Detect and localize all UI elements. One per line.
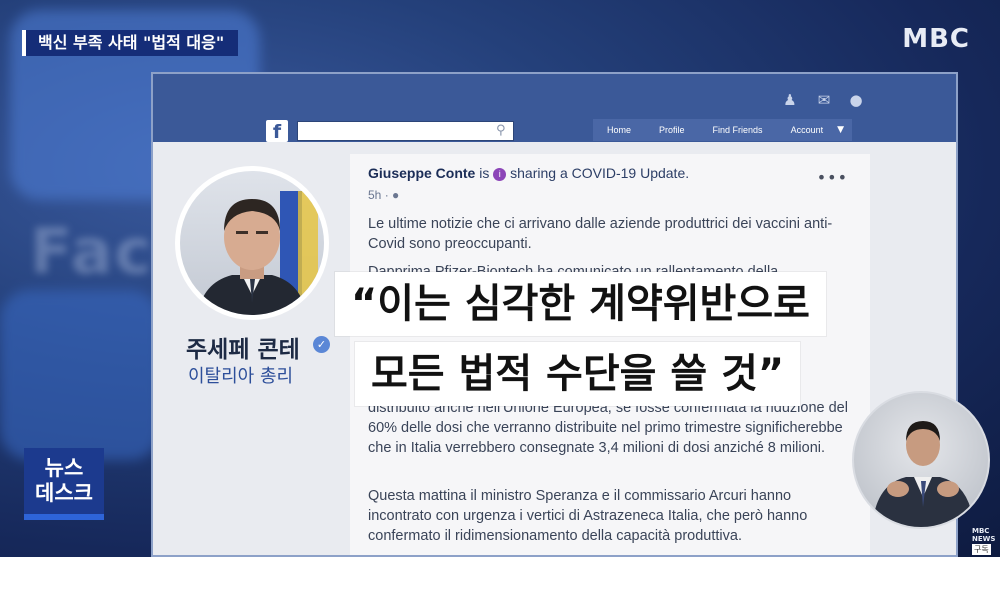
- search-icon[interactable]: ⚲: [496, 123, 506, 138]
- news-desk-line: 데스크: [35, 481, 93, 505]
- person-portrait-image: [198, 191, 318, 315]
- covid-info-icon: i: [493, 168, 507, 181]
- facebook-nav: Home Profile Find Friends Account ▼: [593, 119, 853, 141]
- post-time[interactable]: 5h: [368, 188, 381, 202]
- broadcast-frame: Face 백신 부족 사태 "법적 대응" MBC ♟ ✉ ● f ⚲ Home…: [0, 0, 1000, 557]
- topic-bar: 백신 부족 사태 "법적 대응": [22, 30, 239, 56]
- news-desk-line: 뉴스: [44, 456, 84, 480]
- profile-name: 주세페 콘테: [186, 337, 300, 363]
- mbc-news-small-logo: MBC NEWS: [972, 527, 996, 543]
- post-paragraph: Le ultime notizie che ci arrivano dalle …: [368, 216, 833, 252]
- post-header: Giuseppe Conte is i sharing a COVID-19 U…: [368, 165, 689, 181]
- post-paragraph: Questa mattina il ministro Speranza e il…: [368, 488, 808, 544]
- avatar: [180, 171, 324, 315]
- chevron-down-icon[interactable]: ▼: [837, 119, 852, 141]
- post-activity: sharing a COVID-19 Update.: [506, 165, 690, 181]
- channel-logo: MBC: [902, 24, 970, 54]
- quote-caption-line-2: 모든 법적 수단을 쓸 것”: [355, 342, 801, 406]
- globe-icon[interactable]: ●: [847, 92, 865, 108]
- quote-caption-line-1: “이는 심각한 계약위반으로: [335, 272, 826, 336]
- interpreter-image: [872, 421, 974, 527]
- friends-icon[interactable]: ♟: [781, 92, 799, 108]
- sign-language-interpreter: [852, 391, 990, 529]
- post-meta: 5h · ●: [368, 188, 400, 202]
- nav-profile-link[interactable]: Profile: [645, 119, 699, 141]
- nav-account-link[interactable]: Account: [777, 119, 838, 141]
- verified-check-icon: ✓: [313, 336, 330, 353]
- profile-avatar: [175, 166, 329, 320]
- subscribe-tag: 구독: [972, 544, 991, 555]
- post-paragraph: distribuito anche nell'Unione Europea, s…: [368, 400, 848, 456]
- facebook-logo[interactable]: f: [266, 120, 288, 143]
- nav-find-friends-link[interactable]: Find Friends: [699, 119, 777, 141]
- facebook-header: ♟ ✉ ● f ⚲ Home Profile Find Friends Acco…: [153, 74, 956, 143]
- post-author-link[interactable]: Giuseppe Conte: [368, 165, 475, 181]
- post-is-text: is: [475, 165, 494, 181]
- news-desk-badge: 뉴스 데스크: [24, 448, 104, 520]
- messages-icon[interactable]: ✉: [815, 92, 833, 108]
- nav-home-link[interactable]: Home: [593, 119, 645, 141]
- post-options-icon[interactable]: •••: [817, 168, 848, 187]
- background-blur-shape: [0, 290, 160, 460]
- profile-role: 이탈리아 총리: [188, 366, 294, 387]
- globe-icon: ●: [392, 188, 400, 202]
- search-input[interactable]: [297, 121, 514, 141]
